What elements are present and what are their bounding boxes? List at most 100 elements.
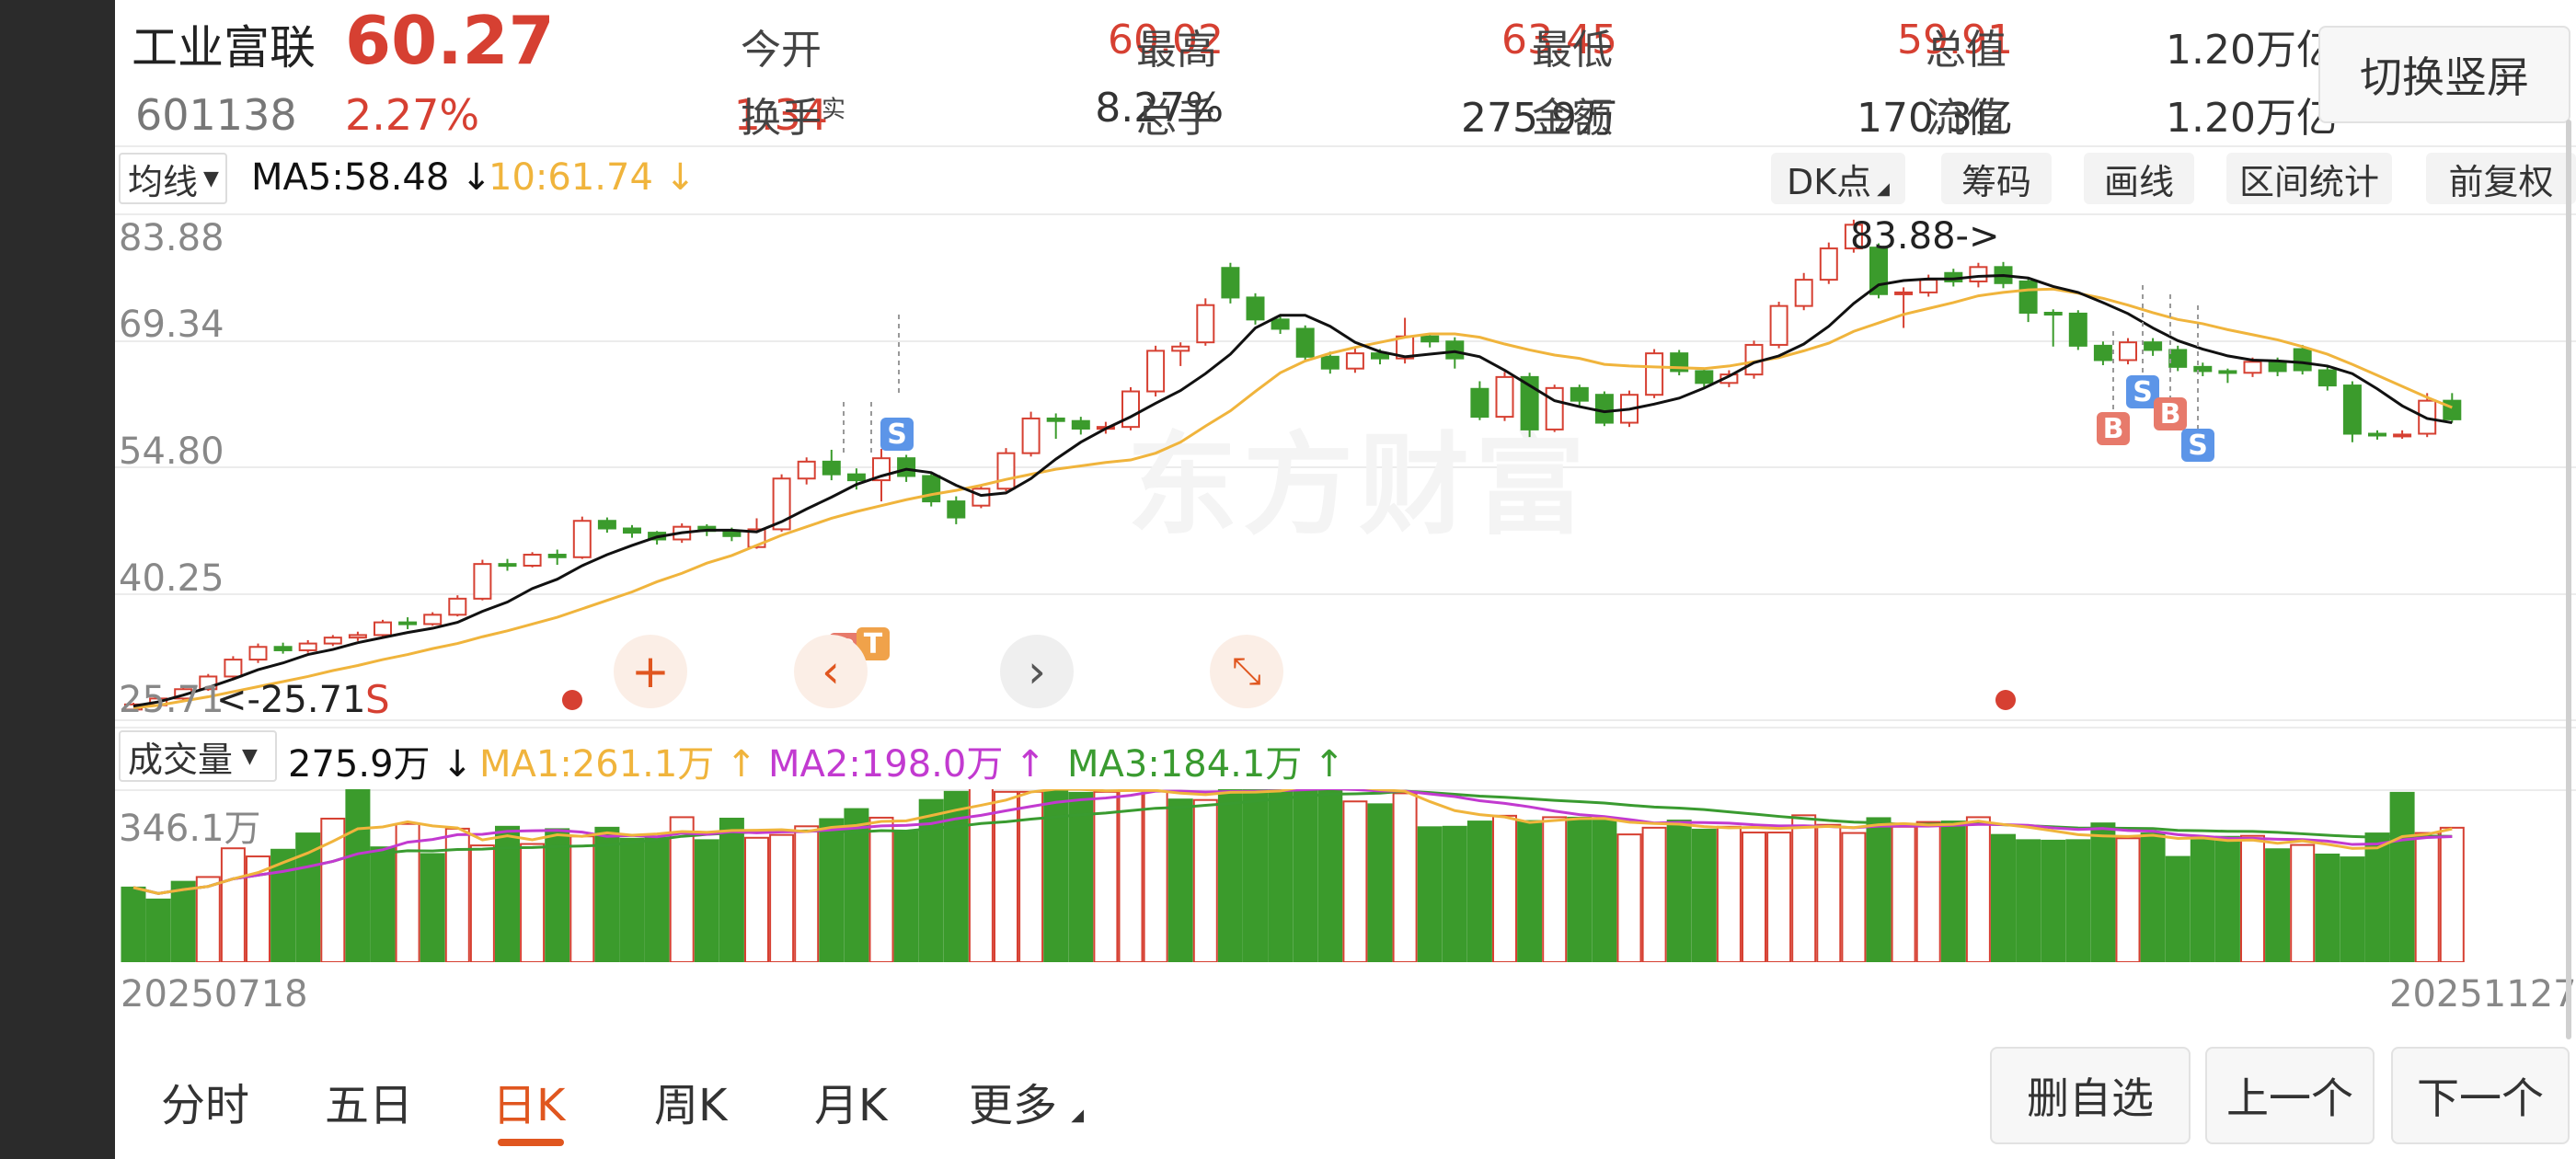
candle-body [1570, 386, 1589, 402]
switch-portrait-button[interactable]: 切换竖屏 [2318, 26, 2570, 123]
candle [2317, 365, 2337, 391]
volume-bar [794, 825, 820, 962]
candle [323, 635, 342, 647]
stat-label-amount: 金额 [1532, 95, 1613, 142]
signal-sell-marker[interactable]: S [2181, 429, 2214, 462]
volume-bar [1742, 832, 1766, 962]
tab-more-label: 更多 [969, 1080, 1058, 1131]
candle-body [273, 646, 293, 651]
volume-bar [195, 876, 221, 962]
candle-body [298, 642, 317, 651]
ma-select[interactable]: 均线 ▼ [119, 153, 227, 204]
volume-bar [744, 836, 769, 962]
volume-y-label: 346.1万 [119, 808, 261, 850]
tab-more[interactable]: 更多 ◢ [969, 1069, 1084, 1133]
tab-intraday[interactable]: 分时 [161, 1069, 249, 1133]
volume-select[interactable]: 成交量 ▼ [119, 730, 277, 782]
volume-bar [469, 844, 495, 962]
stat-label-market-cap: 总值 [1926, 27, 2007, 74]
candle-body [947, 500, 966, 519]
vertical-scrollbar[interactable] [2566, 120, 2571, 1039]
candle-body [1470, 387, 1489, 419]
candle-body [2317, 369, 2337, 387]
candle-body [2268, 361, 2287, 373]
stat-label-high: 最高 [1136, 27, 1217, 74]
candle [1221, 262, 1240, 304]
candle [2119, 338, 2137, 365]
candle [473, 559, 492, 601]
tab-monthly-k[interactable]: 月K [814, 1069, 887, 1133]
date-start: 20250718 [121, 973, 308, 1016]
previous-button[interactable]: 上一个 [2205, 1047, 2375, 1144]
scroll-right-button[interactable]: › [1000, 635, 1074, 708]
volume-bar [370, 846, 396, 962]
candle-body [498, 563, 517, 568]
chips-button[interactable]: 筹码 [1941, 153, 2052, 204]
candle-body [448, 597, 467, 616]
volume-bar [569, 835, 595, 962]
candle [572, 516, 592, 559]
candle [523, 552, 542, 568]
candle-body [2168, 349, 2188, 368]
candle [2043, 309, 2063, 347]
volume-bar [594, 826, 620, 962]
chevron-down-icon: ▼ [242, 744, 258, 768]
volume-bar [893, 831, 919, 962]
candle [298, 639, 317, 653]
volume-bar [2115, 837, 2141, 962]
volume-bar [2439, 826, 2465, 962]
volume-bar [1392, 792, 1418, 962]
volume-bar [121, 886, 146, 962]
stock-name: 工业富联 [132, 21, 316, 75]
scroll-left-button[interactable]: ‹ [794, 635, 868, 708]
candle [797, 457, 816, 485]
candle [348, 631, 367, 641]
volume-bar [1268, 789, 1294, 962]
forward-adjust-button[interactable]: 前复权 [2426, 153, 2576, 204]
candle [1894, 287, 1914, 328]
candle-body [2218, 370, 2237, 374]
draw-line-button[interactable]: 画线 [2084, 153, 2194, 204]
stat-label-turnover: 换手实 [741, 85, 845, 143]
candle [1196, 298, 1215, 346]
volume-bar [2140, 832, 2166, 962]
volume-bar [1791, 814, 1817, 962]
tab-five-day[interactable]: 五日 [325, 1069, 413, 1133]
volume-bar [819, 818, 845, 962]
volume-bar [145, 898, 171, 962]
candle [248, 643, 268, 663]
range-stats-button[interactable]: 区间统计 [2226, 153, 2392, 204]
next-button[interactable]: 下一个 [2391, 1047, 2570, 1144]
volume-bar [2389, 791, 2415, 962]
volume-bar [1068, 791, 1094, 962]
dk-point-button[interactable]: DK点 ◢ [1771, 153, 1905, 204]
volume-bar [1991, 833, 2016, 962]
stat-label-turnover-sup: 实 [822, 96, 846, 124]
signal-buy-marker[interactable]: B [2097, 412, 2130, 445]
candle-body [523, 554, 542, 567]
candle-body [1196, 304, 1215, 344]
signal-sell-marker[interactable]: S [880, 418, 914, 451]
zoom-out-button[interactable]: ⤡ [1210, 635, 1283, 708]
tab-weekly-k[interactable]: 周K [654, 1069, 727, 1133]
red-dot-icon [562, 690, 582, 710]
stat-label-low: 最低 [1532, 27, 1613, 74]
volume-bar [345, 789, 371, 962]
candle [1121, 386, 1140, 430]
candle [1021, 411, 1041, 457]
volume-bar [1891, 825, 1916, 962]
volume-bar [220, 847, 246, 962]
candle [1146, 345, 1166, 397]
candle-body [2093, 344, 2112, 361]
volume-bar [1093, 790, 1119, 962]
candle [1470, 381, 1489, 420]
tab-daily-k[interactable]: 日K [492, 1069, 565, 1133]
price-grid-line-5 [115, 719, 2576, 721]
y-label-4: 40.25 [119, 557, 224, 600]
remove-watchlist-button[interactable]: 删自选 [1990, 1047, 2191, 1144]
zoom-in-button[interactable]: + [614, 635, 687, 708]
candle-body [2068, 312, 2087, 347]
candle-body [1794, 279, 1813, 307]
signal-buy-marker[interactable]: B [2154, 397, 2187, 430]
volume-bar [545, 828, 570, 962]
